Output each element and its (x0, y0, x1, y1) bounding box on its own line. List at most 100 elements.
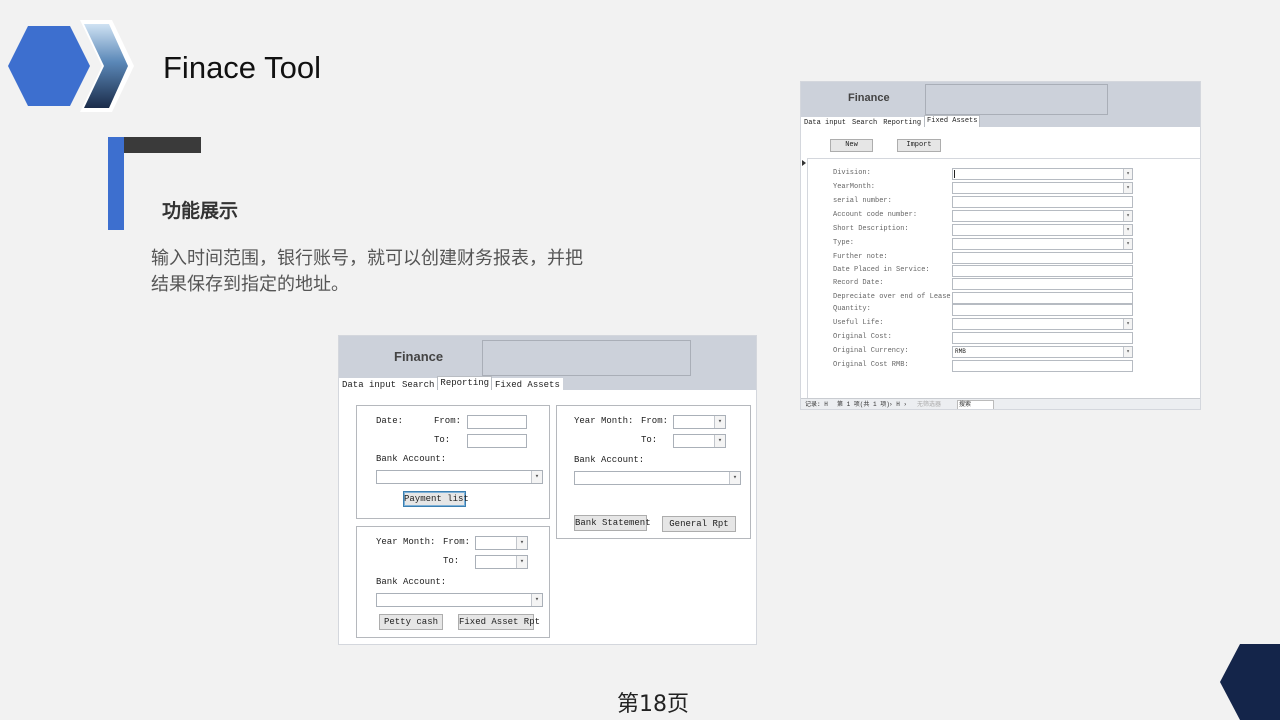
field-select[interactable]: ▾ (952, 318, 1133, 330)
field-select[interactable]: ▾ (952, 182, 1133, 194)
bank-account-select[interactable]: ▾ (376, 470, 543, 484)
field-label: Original Cost: (833, 333, 892, 341)
slide-title: Finace Tool (163, 50, 321, 85)
bank-statement-button[interactable]: Bank Statement (574, 515, 651, 531)
dark-accent-bar (124, 137, 201, 153)
filter-status[interactable]: 无筛选器 (917, 399, 941, 409)
bank-account-label: Bank Account: (376, 454, 447, 464)
year-month-label: Year Month: (574, 416, 634, 426)
date-label: Date: (376, 416, 404, 426)
field-label: Useful Life: (833, 319, 884, 327)
bank-account-select[interactable]: ▾ (574, 471, 741, 485)
chevron-down-icon: ▾ (531, 471, 542, 483)
field-label: Original Cost RMB: (833, 361, 909, 369)
year-month-from-select[interactable]: ▾ (475, 536, 528, 550)
chevron-down-icon: ▾ (714, 435, 725, 447)
chevron-down-icon: ▾ (1123, 319, 1132, 329)
field-value (953, 240, 955, 247)
description-text: 输入时间范围，银行账号，就可以创建财务报表，并把结果保存到指定的地址。 (151, 248, 583, 295)
field-value (953, 294, 955, 301)
field-value (953, 212, 955, 219)
to-label: To: (434, 435, 451, 445)
text-cursor (954, 170, 955, 178)
field-value (953, 184, 955, 191)
logo-placeholder (482, 340, 691, 376)
year-month-from-select[interactable]: ▾ (673, 415, 726, 429)
field-value (953, 198, 955, 205)
tab-data-input[interactable]: Data input (801, 117, 850, 129)
tab-data-input[interactable]: Data input (339, 378, 400, 392)
field-select[interactable]: ▾ (952, 238, 1133, 250)
new-button[interactable]: New (830, 139, 873, 152)
search-box[interactable]: 搜索 (957, 400, 994, 409)
record-nav-controls[interactable]: › H › (889, 399, 907, 409)
reporting-app-screenshot: Finance Data input Search Reporting Fixe… (338, 335, 757, 645)
tab-bar: Data input Search Reporting Fixed Assets (339, 376, 563, 392)
chevron-down-icon: ▾ (1123, 347, 1132, 357)
bank-account-label: Bank Account: (574, 455, 645, 465)
tab-fixed-assets[interactable]: Fixed Assets (924, 115, 981, 127)
field-value (953, 267, 955, 274)
tab-bar: Data input Search Reporting Fixed Assets (801, 115, 981, 129)
fixed-assets-app-screenshot: Finance Data input Search Reporting Fixe… (800, 81, 1201, 410)
year-month-to-select[interactable]: ▾ (475, 555, 528, 569)
payment-list-button[interactable]: Payment list (403, 491, 469, 507)
record-form: Division: ▾ YearMonth: ▾ serial number: Accou… (807, 158, 1200, 400)
tab-search[interactable]: Search (399, 378, 438, 392)
from-label: From: (443, 537, 471, 547)
field-select[interactable]: RMB ▾ (952, 346, 1133, 358)
field-input[interactable] (952, 360, 1133, 372)
tab-search[interactable]: Search (849, 117, 881, 129)
chevron-down-icon: ▾ (1123, 239, 1132, 249)
field-label: Depreciate over end of Lease: (833, 293, 955, 301)
field-select[interactable]: ▾ (952, 168, 1133, 180)
field-label: Type: (833, 239, 855, 247)
field-label: YearMonth: (833, 183, 876, 191)
date-from-input[interactable] (467, 415, 527, 429)
bank-account-label: Bank Account: (376, 577, 447, 587)
tab-reporting[interactable]: Reporting (880, 117, 925, 129)
field-input[interactable] (952, 304, 1133, 316)
tab-reporting[interactable]: Reporting (437, 376, 493, 390)
field-value (953, 254, 955, 261)
field-label: Account code number: (833, 211, 918, 219)
field-label: Division: (833, 169, 871, 177)
field-input[interactable] (952, 332, 1133, 344)
field-input[interactable] (952, 278, 1133, 290)
field-input[interactable] (952, 252, 1133, 264)
general-rpt-button[interactable]: General Rpt (662, 516, 736, 532)
chevron-down-icon: ▾ (1123, 225, 1132, 235)
field-select[interactable]: ▾ (952, 210, 1133, 222)
fixed-asset-rpt-button[interactable]: Fixed Asset Rpt (458, 614, 540, 630)
petty-cash-button[interactable]: Petty cash (379, 614, 443, 630)
to-label: To: (641, 435, 658, 445)
hexagon-logo (8, 20, 134, 112)
chevron-down-icon: ▾ (1123, 183, 1132, 193)
bank-account-select[interactable]: ▾ (376, 593, 543, 607)
record-position[interactable]: 第 1 项(共 1 项) (837, 399, 890, 409)
to-label: To: (443, 556, 460, 566)
corner-decoration (1220, 644, 1280, 720)
field-value: RMB (955, 348, 966, 355)
chevron-down-icon: ▾ (1123, 169, 1132, 179)
accent-bar (108, 137, 124, 230)
field-select[interactable]: ▾ (952, 224, 1133, 236)
app-title: Finance (394, 349, 444, 364)
record-label: 记录: H (805, 401, 828, 408)
field-input[interactable] (952, 265, 1133, 277)
date-to-input[interactable] (467, 434, 527, 448)
section-heading: 功能展示 (162, 200, 239, 222)
field-input[interactable] (952, 196, 1133, 208)
page-number: 第18页 (617, 692, 689, 717)
field-value (953, 226, 955, 233)
field-value (953, 334, 955, 341)
field-label: serial number: (833, 197, 892, 205)
chevron-down-icon: ▾ (1123, 211, 1132, 221)
import-button[interactable]: Import (897, 139, 941, 152)
year-month-to-select[interactable]: ▾ (673, 434, 726, 448)
app-title: Finance (848, 92, 890, 104)
tab-fixed-assets[interactable]: Fixed Assets (492, 378, 563, 392)
chevron-down-icon: ▾ (531, 594, 542, 606)
chevron-down-icon: ▾ (714, 416, 725, 428)
field-input[interactable] (952, 292, 1133, 304)
